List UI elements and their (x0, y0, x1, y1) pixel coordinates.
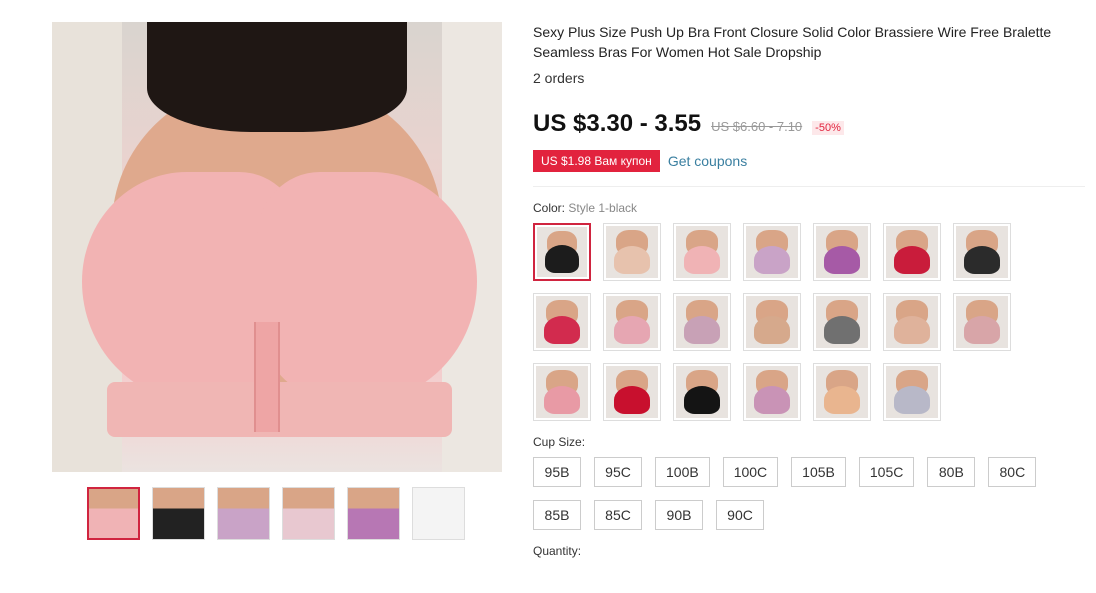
current-price: US $3.30 - 3.55 (533, 110, 702, 137)
main-product-image[interactable] (52, 22, 502, 472)
gallery-thumbnail[interactable] (282, 487, 335, 540)
color-option[interactable] (743, 223, 801, 281)
cup-size-option[interactable]: 100C (722, 457, 779, 487)
coupon-row: US $1.98 Вам купон Get coupons (533, 150, 1085, 172)
selected-color-value: Style 1-black (568, 201, 638, 215)
gallery-thumbnail[interactable] (412, 487, 465, 540)
color-option[interactable] (883, 363, 941, 421)
product-title: Sexy Plus Size Push Up Bra Front Closure… (533, 24, 1052, 60)
color-option[interactable] (953, 293, 1011, 351)
price-row: US $3.30 - 3.55 US $6.60 - 7.10 -50% (533, 110, 1085, 138)
color-option[interactable] (743, 363, 801, 421)
orders-count: 2 orders (533, 70, 585, 86)
color-option[interactable] (673, 363, 731, 421)
original-price: US $6.60 - 7.10 (711, 119, 803, 134)
color-options (533, 223, 1033, 421)
quantity-label: Quantity: (533, 544, 582, 558)
cup-size-options: 95B 95C 100B 100C 105B 105C 80B 80C 85B 85C 90B 90C (533, 457, 1063, 530)
cup-size-option[interactable]: 100B (655, 457, 710, 487)
color-option[interactable] (953, 223, 1011, 281)
color-option[interactable] (813, 293, 871, 351)
thumbnail-strip (87, 487, 465, 540)
color-option[interactable] (603, 293, 661, 351)
gallery-thumbnail[interactable] (347, 487, 400, 540)
cup-size-option[interactable]: 90B (655, 500, 703, 530)
get-coupons-link[interactable]: Get coupons (668, 153, 747, 169)
color-option[interactable] (743, 293, 801, 351)
color-option[interactable] (533, 293, 591, 351)
cup-size-option[interactable]: 105C (858, 457, 915, 487)
gallery-thumbnail[interactable] (87, 487, 140, 540)
cup-size-label: Cup Size: (533, 435, 586, 449)
cup-size-option[interactable]: 95B (533, 457, 581, 487)
color-option[interactable] (673, 293, 731, 351)
color-option[interactable] (673, 223, 731, 281)
color-option[interactable] (533, 363, 591, 421)
color-option[interactable] (813, 363, 871, 421)
cup-size-option[interactable]: 80C (988, 457, 1037, 487)
product-info: Sexy Plus Size Push Up Bra Front Closure… (533, 22, 1085, 558)
cup-size-option[interactable]: 80B (927, 457, 976, 487)
cup-size-option[interactable]: 85B (533, 500, 581, 530)
color-option[interactable] (533, 223, 591, 281)
color-label: Color: Style 1-black (533, 201, 638, 215)
color-option[interactable] (603, 223, 661, 281)
color-option[interactable] (883, 293, 941, 351)
cup-size-option[interactable]: 105B (791, 457, 846, 487)
cup-size-option[interactable]: 95C (594, 457, 642, 487)
color-option[interactable] (883, 223, 941, 281)
discount-badge: -50% (812, 121, 844, 135)
divider (533, 186, 1085, 187)
color-option[interactable] (603, 363, 661, 421)
gallery-thumbnail[interactable] (152, 487, 205, 540)
gallery-thumbnail[interactable] (217, 487, 270, 540)
color-option[interactable] (813, 223, 871, 281)
cup-size-option[interactable]: 85C (594, 500, 642, 530)
product-gallery (52, 22, 502, 472)
cup-size-option[interactable]: 90C (716, 500, 764, 530)
coupon-badge[interactable]: US $1.98 Вам купон (533, 150, 660, 172)
